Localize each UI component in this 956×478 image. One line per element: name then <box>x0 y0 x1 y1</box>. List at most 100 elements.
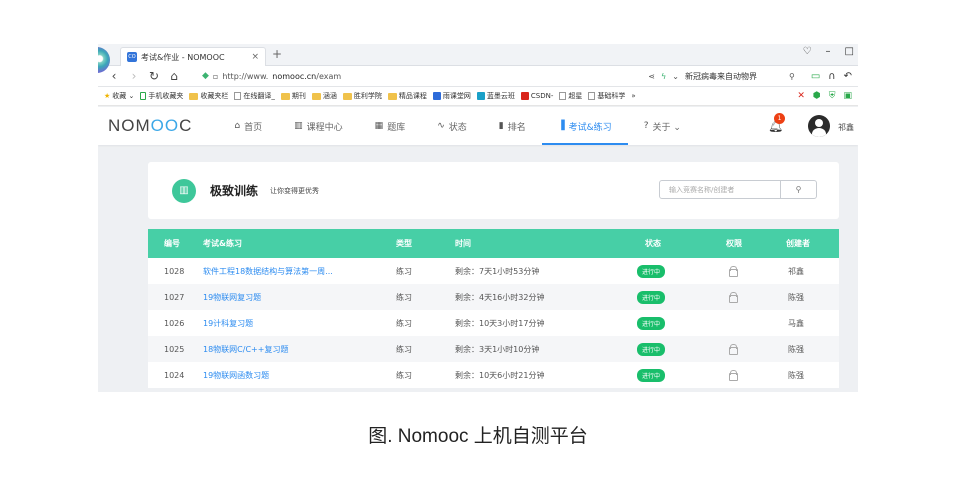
search-button[interactable]: ⚲ <box>780 181 816 198</box>
avatar[interactable] <box>808 115 830 137</box>
bookmark-item[interactable]: 在线翻译_ <box>234 91 275 101</box>
bookmark-item[interactable]: ★ 收藏 ⌄ <box>104 91 134 101</box>
exam-time: 剩余：10天3小时17分钟 <box>455 318 545 328</box>
status-badge: 进行中 <box>637 368 666 382</box>
column-header-creator[interactable]: 创建者 <box>782 238 839 249</box>
nav-item-home[interactable]: ⌂ 首页 <box>218 107 278 145</box>
exam-title-link[interactable]: 19计科复习题 <box>203 318 396 329</box>
chevron-down-icon[interactable]: ⌄ <box>672 72 679 81</box>
exam-time: 剩余：3天1小时10分钟 <box>455 344 540 354</box>
exam-title-link[interactable]: 19物联网函数习题 <box>203 370 396 381</box>
search-icon[interactable]: ⚲ <box>789 72 795 81</box>
column-header-permission[interactable]: 权限 <box>718 238 782 249</box>
address-bar-row: ‹ › ↻ ⌂ ◆ ▫ http://www. nomooc.cn/exam ⋖ … <box>98 66 858 87</box>
training-header-card: ▥ 极致训练 让你变得更优秀 ⚲ <box>148 162 839 219</box>
bookmark-item[interactable]: 胜利学院 <box>342 91 382 101</box>
column-header-time[interactable]: 时间 <box>455 238 633 249</box>
status-badge: 进行中 <box>637 290 666 304</box>
exam-title-link[interactable]: 18物联网C/C++复习题 <box>203 344 396 355</box>
nav-item-about[interactable]: ? 关于 ⌄ <box>628 107 697 145</box>
close-tab-icon[interactable]: × <box>251 52 259 62</box>
username[interactable]: 祁鑫 <box>838 122 854 133</box>
column-header-type[interactable]: 类型 <box>396 238 455 249</box>
url-field[interactable]: ◆ ▫ http://www. nomooc.cn/exam <box>202 71 648 81</box>
site-logo[interactable]: NOMOOC <box>108 116 192 136</box>
bookmark-item[interactable]: 期刊 <box>280 91 306 101</box>
nav-item-rank[interactable]: ▮ 排名 <box>483 107 542 145</box>
undo-icon[interactable]: ↶ <box>844 71 852 82</box>
browser-tab-bar: CO 考试&作业 - NOMOOC × + ♡ – □ <box>98 44 858 73</box>
bookmark-item[interactable]: 雨课堂网 <box>432 91 471 101</box>
exam-id: 1026 <box>164 318 185 328</box>
shield-ext-icon[interactable]: ⛨ <box>829 91 836 101</box>
screenshot: CO 考试&作业 - NOMOOC × + ♡ – □ ‹ › ↻ ⌂ ◆ ▫ … <box>98 44 858 392</box>
bookmark-item[interactable]: 基础科学 <box>588 91 625 101</box>
url-path: /exam <box>316 71 342 81</box>
forward-icon[interactable]: › <box>124 69 144 83</box>
grid-icon: ▦ <box>374 121 384 131</box>
courses-icon: ▥ <box>294 121 303 131</box>
bookmark-item[interactable]: 精品课程 <box>387 91 427 101</box>
column-header-status[interactable]: 状态 <box>633 238 718 249</box>
bookmark-item[interactable]: CSDN- <box>520 92 553 100</box>
battery-icon[interactable]: ▭ <box>811 71 820 82</box>
minimize-button[interactable]: – <box>826 46 831 57</box>
contest-search-input[interactable] <box>660 181 780 198</box>
home-icon: ⌂ <box>234 121 241 131</box>
bookmark-item[interactable]: 手机收藏夹 <box>140 91 183 101</box>
bookmark-item[interactable]: 收藏夹栏 <box>189 91 228 101</box>
extensions-area: ✕ ⬢ ⛨ ▣ <box>797 91 852 101</box>
bookmarks-more[interactable]: » <box>631 92 635 100</box>
bookmark-item[interactable]: 涵涵 <box>311 91 337 101</box>
table-row[interactable]: 1025 18物联网C/C++复习题 练习 剩余：3天1小时10分钟 进行中 陈… <box>148 336 839 362</box>
home-icon[interactable]: ⌂ <box>164 69 184 83</box>
address-right-tools: ⋖ ϟ ⌄ 新冠病毒来自动物界 ⚲ ▭ ∩ ↶ <box>648 71 852 82</box>
exam-type: 练习 <box>396 292 412 302</box>
lock-icon <box>728 265 738 277</box>
headset-icon[interactable]: ∩ <box>828 71 835 82</box>
nav-item-status[interactable]: ∿ 状态 <box>421 107 483 145</box>
pulse-icon: ∿ <box>437 121 445 131</box>
table-row[interactable]: 1026 19计科复习题 练习 剩余：10天3小时17分钟 进行中 马鑫 <box>148 310 839 336</box>
share-icon[interactable]: ⋖ <box>648 72 655 81</box>
close-red-icon[interactable]: ✕ <box>797 91 805 101</box>
exam-title-link[interactable]: 软件工程18数据结构与算法第一周... <box>203 266 396 277</box>
tab-title: 考试&作业 - NOMOOC <box>141 52 225 62</box>
search-box-text[interactable]: 新冠病毒来自动物界 <box>685 71 783 82</box>
table-row[interactable]: 1028 软件工程18数据结构与算法第一周... 练习 剩余：7天1小时53分钟… <box>148 258 839 284</box>
skin-icon[interactable]: ♡ <box>803 46 812 57</box>
exam-id: 1024 <box>164 370 185 380</box>
bookmark-item[interactable]: 蓝墨云班 <box>476 91 515 101</box>
column-header-id[interactable]: 编号 <box>148 238 203 249</box>
bookmark-item[interactable]: 超星 <box>559 91 582 101</box>
exam-title-link[interactable]: 19物联网复习题 <box>203 292 396 303</box>
url-prefix: http://www. <box>222 71 269 81</box>
maximize-button[interactable]: □ <box>845 46 854 57</box>
column-header-title[interactable]: 考试&练习 <box>203 238 396 249</box>
new-tab-button[interactable]: + <box>272 47 282 61</box>
lightning-icon[interactable]: ϟ <box>661 72 666 81</box>
folder-icon <box>387 92 397 100</box>
nav-item-problems[interactable]: ▦ 题库 <box>359 107 422 145</box>
exam-time: 剩余：10天6小时21分钟 <box>455 370 545 380</box>
exam-id: 1028 <box>164 266 185 276</box>
contest-search: ⚲ <box>659 180 817 199</box>
extension-green-icon[interactable]: ⬢ <box>813 91 821 101</box>
table-row[interactable]: 1027 19物联网复习题 练习 剩余：4天16小时32分钟 进行中 陈强 <box>148 284 839 310</box>
notification-bell-icon[interactable]: 🔔︎ 1 <box>768 113 785 133</box>
site-navbar: NOMOOC ⌂ 首页 ▥ 课程中心 ▦ 题库 ∿ 状态 ▮ 排名 ▐ 考试&练习 ? 关于 … <box>98 107 858 145</box>
nav-item-courses[interactable]: ▥ 课程中心 <box>278 107 359 145</box>
browser-tab[interactable]: CO 考试&作业 - NOMOOC × <box>120 47 266 66</box>
phone-icon <box>140 92 147 100</box>
nav-item-exam[interactable]: ▐ 考试&练习 <box>541 107 628 145</box>
exam-type: 练习 <box>396 370 412 380</box>
reload-icon[interactable]: ↻ <box>144 69 164 83</box>
status-badge: 进行中 <box>637 264 666 278</box>
table-row[interactable]: 1024 19物联网函数习题 练习 剩余：10天6小时21分钟 进行中 陈强 <box>148 362 839 388</box>
back-icon[interactable]: ‹ <box>104 69 124 83</box>
library-icon: ▥ <box>172 178 196 203</box>
card-title: 极致训练 <box>210 184 259 198</box>
exam-type: 练习 <box>396 266 412 276</box>
search-icon: ⚲ <box>795 185 802 194</box>
game-ext-icon[interactable]: ▣ <box>843 91 852 101</box>
